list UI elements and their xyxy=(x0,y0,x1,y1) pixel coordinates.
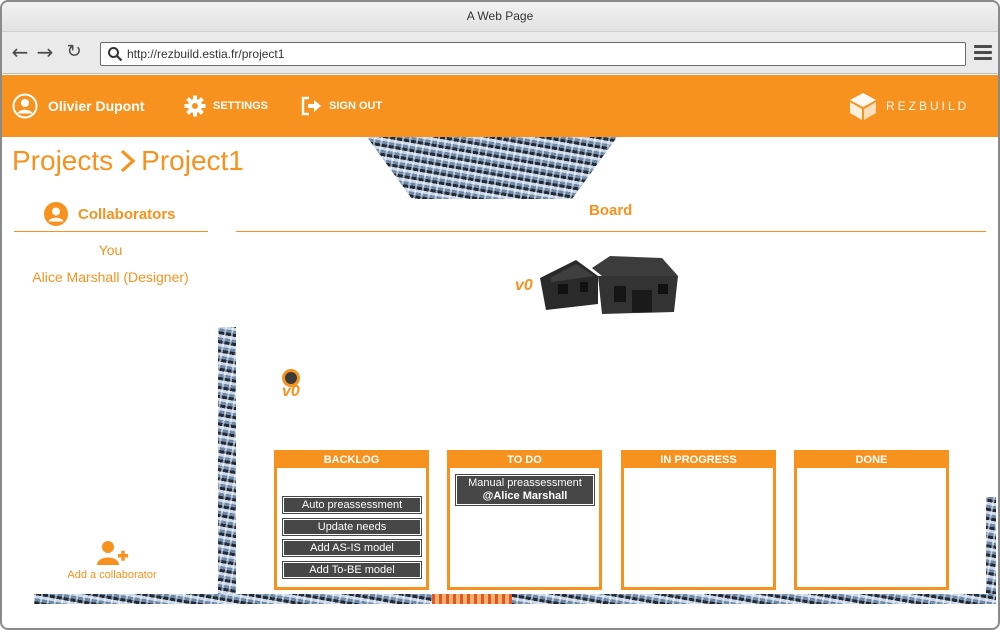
add-collaborator-button[interactable]: Add a collaborator xyxy=(52,540,172,581)
brand-name: REZBUILD xyxy=(886,99,970,113)
building-background-image xyxy=(218,327,236,599)
collaborator-list: You Alice Marshall (Designer) xyxy=(12,242,209,296)
breadcrumb: Projects Project1 xyxy=(12,145,244,177)
board-divider xyxy=(236,231,986,232)
building-background-image xyxy=(986,497,996,602)
brand-logo: REZBUILD xyxy=(848,75,969,137)
building-background-accent xyxy=(432,594,512,604)
task-card[interactable]: Add To-BE model xyxy=(282,561,422,579)
gear-icon xyxy=(184,95,206,117)
browser-toolbar: ← → ↻ http://rezbuild.estia.fr/project1 xyxy=(2,32,998,74)
back-arrow-icon[interactable]: ← xyxy=(10,42,30,62)
user-icon xyxy=(12,93,38,119)
reload-icon[interactable]: ↻ xyxy=(64,42,84,62)
url-text: http://rezbuild.estia.fr/project1 xyxy=(127,47,285,61)
breadcrumb-projects[interactable]: Projects xyxy=(12,145,113,177)
task-card[interactable]: Add AS-IS model xyxy=(282,539,422,557)
column-header: IN PROGRESS xyxy=(624,453,773,468)
user-profile-link[interactable]: Olivier Dupont xyxy=(12,75,144,137)
board-column-todo: TO DO Manual preassessment @Alice Marsha… xyxy=(447,450,602,590)
column-header: DONE xyxy=(797,453,946,468)
search-icon xyxy=(108,47,123,62)
settings-label: SETTINGS xyxy=(213,100,269,112)
collaborator-item[interactable]: Alice Marshall (Designer) xyxy=(12,269,209,285)
building-background-image xyxy=(34,594,996,604)
breadcrumb-current-project: Project1 xyxy=(141,145,244,176)
collaborator-item[interactable]: You xyxy=(12,242,209,258)
add-user-icon xyxy=(97,541,128,565)
collaborators-heading: Collaborators xyxy=(44,202,176,226)
chevron-right-icon xyxy=(121,149,136,173)
address-bar[interactable]: http://rezbuild.estia.fr/project1 xyxy=(100,42,966,66)
browser-window: A Web Page ← → ↻ http://rezbuild.estia.f… xyxy=(0,0,1000,630)
task-name: Manual preassessment xyxy=(468,477,582,489)
add-collaborator-label: Add a collaborator xyxy=(67,569,157,581)
forward-arrow-icon[interactable]: → xyxy=(35,42,55,62)
sign-out-link[interactable]: SIGN OUT xyxy=(300,75,382,137)
board-column-backlog: BACKLOG Auto preassessment Update needs … xyxy=(274,450,429,590)
board-title: Board xyxy=(589,202,633,219)
settings-link[interactable]: SETTINGS xyxy=(184,75,268,137)
window-title: A Web Page xyxy=(2,2,998,32)
task-card[interactable]: Update needs xyxy=(282,518,422,536)
sign-out-label: SIGN OUT xyxy=(329,100,383,112)
collaborators-divider xyxy=(14,231,208,232)
rezbuild-logo-icon xyxy=(850,93,876,120)
timeline-version-label: v0 xyxy=(282,383,300,400)
task-assignee: @Alice Marshall xyxy=(482,490,568,502)
sign-out-icon xyxy=(301,96,321,116)
house-model-icon[interactable] xyxy=(540,254,680,316)
board-column-in-progress: IN PROGRESS xyxy=(621,450,776,590)
column-header: BACKLOG xyxy=(277,453,426,468)
task-card[interactable]: Auto preassessment xyxy=(282,496,422,514)
collaborators-title: Collaborators xyxy=(78,205,176,223)
task-card[interactable]: Manual preassessment @Alice Marshall xyxy=(455,474,595,506)
hamburger-menu-icon[interactable] xyxy=(974,45,992,61)
building-background-image xyxy=(367,137,617,199)
app-header: Olivier Dupont SETTINGS SIGN OUT REZBUIL… xyxy=(2,75,998,137)
board-column-done: DONE xyxy=(794,450,949,590)
model-version-label: v0 xyxy=(515,277,533,294)
column-header: TO DO xyxy=(450,453,599,468)
user-name: Olivier Dupont xyxy=(48,98,145,114)
user-circle-icon xyxy=(44,202,68,226)
